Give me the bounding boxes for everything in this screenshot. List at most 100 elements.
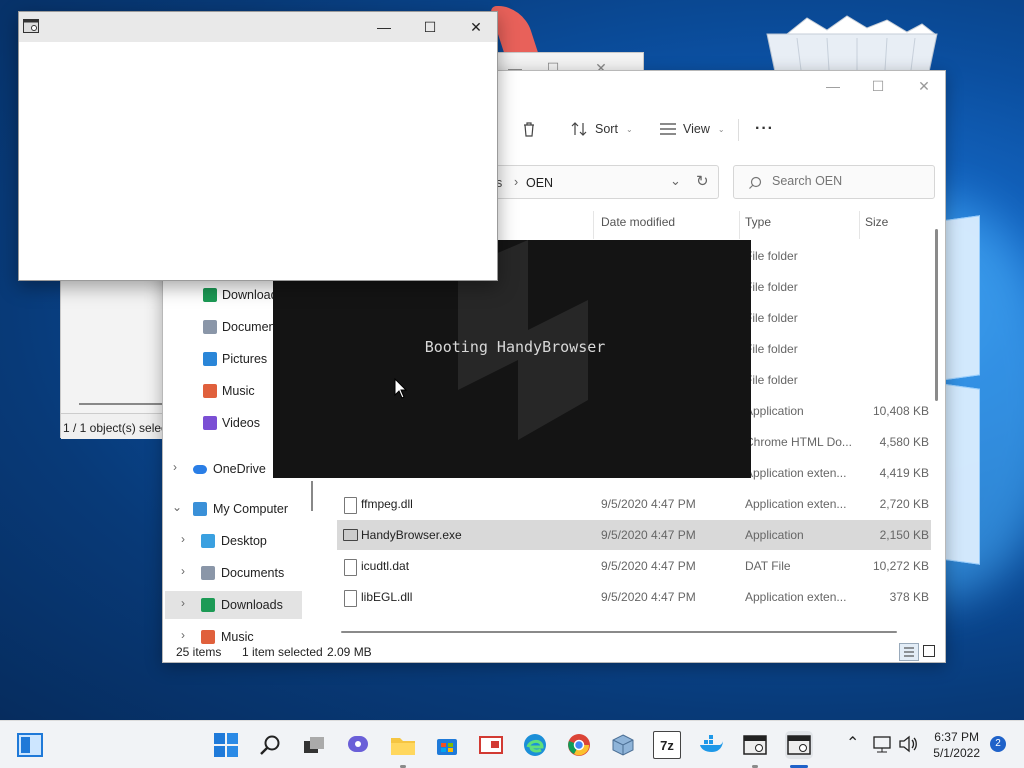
search-button[interactable]	[256, 731, 284, 759]
handybrowser-icon	[743, 735, 767, 755]
taskbar: 7z ⌃ 6:37 PM 5/1/2022 2	[0, 720, 1024, 768]
file-name: ffmpeg.dll	[361, 497, 413, 511]
file-date: 9/5/2020 4:47 PM	[601, 528, 696, 542]
folder-icon	[391, 738, 415, 755]
videos-icon	[203, 416, 217, 430]
music-icon	[201, 630, 215, 644]
chevron-up-icon[interactable]: ⌃	[846, 733, 859, 753]
presentation-icon	[479, 736, 503, 754]
taskbar-chrome[interactable]	[565, 731, 593, 759]
volume-icon[interactable]	[898, 735, 918, 753]
back-window-statusbar: 1 / 1 object(s) selec	[61, 413, 171, 439]
chevron-right-icon[interactable]: ›	[181, 564, 185, 578]
desktop-icon	[201, 534, 215, 548]
nav-pane-scrollbar[interactable]	[311, 481, 313, 511]
chevron-down-icon: ⌄	[625, 124, 633, 134]
cube-icon	[612, 734, 634, 756]
taskbar-store[interactable]	[433, 731, 461, 759]
address-bar[interactable]: s › OEN ⌄ ↻	[469, 165, 719, 199]
chevron-down-icon[interactable]: ⌄	[172, 500, 182, 514]
chat-button[interactable]	[344, 731, 372, 759]
task-view-button[interactable]	[300, 731, 328, 759]
booting-text: Booting HandyBrowser	[424, 338, 606, 356]
close-icon[interactable]: ✕	[453, 12, 499, 42]
delete-button[interactable]	[515, 114, 543, 144]
file-type: Application exten...	[745, 590, 847, 604]
taskbar-file-explorer[interactable]	[389, 731, 417, 759]
chat-icon	[348, 736, 368, 752]
taskbar-app-red[interactable]	[477, 731, 505, 759]
handybrowser-window[interactable]: — ☐ ✕	[18, 11, 498, 281]
start-button[interactable]	[212, 731, 240, 759]
nav-item-computer-desktop[interactable]: › Desktop	[165, 527, 302, 555]
file-size: 2,720 KB	[879, 497, 929, 511]
chevron-right-icon[interactable]: ›	[181, 628, 185, 642]
file-type: Application exten...	[745, 466, 847, 480]
breadcrumb-separator[interactable]: ›	[514, 175, 518, 189]
more-options-button[interactable]: ···	[749, 114, 780, 144]
taskbar-cube-app[interactable]	[609, 731, 637, 759]
back-window-scrollbar[interactable]	[79, 403, 169, 405]
chevron-right-icon[interactable]: ›	[181, 596, 185, 610]
back-window-status-text: 1 / 1 object(s) selec	[63, 421, 168, 435]
clock-date: 5/1/2022	[933, 746, 980, 760]
file-size: 10,272 KB	[872, 559, 929, 573]
toolbar-divider	[738, 119, 739, 141]
sort-button[interactable]: Sort ⌄	[565, 114, 639, 144]
nav-item-computer-downloads[interactable]: › Downloads	[165, 591, 302, 619]
file-icon	[344, 497, 357, 514]
column-date-modified[interactable]: Date modified	[601, 215, 675, 233]
view-button[interactable]: View ⌄	[653, 114, 731, 144]
details-view-icon[interactable]	[899, 643, 919, 661]
file-type: Chrome HTML Do...	[745, 435, 852, 449]
minimize-icon[interactable]: —	[361, 12, 407, 42]
taskbar-7zip[interactable]: 7z	[653, 731, 681, 759]
column-type[interactable]: Type	[745, 215, 771, 233]
search-box[interactable]	[733, 165, 935, 199]
breadcrumb-current[interactable]: OEN	[526, 176, 553, 190]
column-size[interactable]: Size	[865, 215, 888, 233]
taskbar-edge[interactable]	[521, 731, 549, 759]
windows-logo-glow	[940, 215, 982, 578]
system-clock[interactable]: 6:37 PM 5/1/2022	[933, 729, 980, 761]
title-bar[interactable]: — ☐ ✕	[19, 12, 497, 42]
7zip-icon: 7z	[660, 737, 674, 753]
maximize-icon[interactable]: ☐	[855, 71, 901, 101]
maximize-icon[interactable]: ☐	[407, 12, 453, 42]
taskbar-docker[interactable]	[697, 731, 725, 759]
notification-badge[interactable]: 2	[990, 736, 1006, 752]
widgets-button[interactable]	[16, 731, 44, 759]
file-size: 10,408 KB	[872, 404, 929, 418]
file-size: 378 KB	[889, 590, 929, 604]
store-icon	[437, 739, 457, 755]
file-date: 9/5/2020 4:47 PM	[601, 590, 696, 604]
tiles-view-icon[interactable]	[923, 645, 935, 657]
chevron-right-icon[interactable]: ›	[181, 532, 185, 546]
file-date: 9/5/2020 4:47 PM	[601, 559, 696, 573]
nav-item-computer-documents[interactable]: › Documents	[165, 559, 302, 587]
file-row[interactable]: libEGL.dll 9/5/2020 4:47 PM Application ex…	[337, 582, 931, 612]
horizontal-scrollbar[interactable]	[341, 631, 897, 633]
taskbar-handybrowser-2[interactable]	[785, 731, 813, 759]
refresh-icon[interactable]: ↻	[696, 172, 709, 190]
network-icon[interactable]	[872, 735, 892, 753]
nav-item-my-computer[interactable]: ⌄ My Computer	[163, 495, 303, 523]
file-list-scrollbar[interactable]	[935, 229, 938, 401]
file-row[interactable]: HandyBrowser.exe 9/5/2020 4:47 PM Applicat…	[337, 520, 931, 550]
file-type: File folder	[745, 311, 798, 325]
minimize-icon[interactable]: —	[810, 71, 856, 101]
chevron-down-icon[interactable]: ⌄	[670, 173, 681, 189]
file-row[interactable]: ffmpeg.dll 9/5/2020 4:47 PM Application ex…	[337, 489, 931, 519]
taskbar-handybrowser-1[interactable]	[741, 731, 769, 759]
file-icon	[344, 590, 357, 607]
close-icon[interactable]: ✕	[901, 71, 947, 101]
search-input[interactable]	[772, 174, 922, 188]
file-type: Application	[745, 404, 804, 418]
windows-start-icon	[214, 733, 238, 757]
mouse-cursor-icon	[394, 378, 408, 399]
file-name: HandyBrowser.exe	[361, 528, 462, 542]
handybrowser-icon	[787, 735, 811, 755]
file-row[interactable]: icudtl.dat 9/5/2020 4:47 PM DAT File 10,272…	[337, 551, 931, 581]
recycle-bin-icon[interactable]	[757, 14, 947, 73]
chevron-right-icon[interactable]: ›	[173, 460, 177, 474]
